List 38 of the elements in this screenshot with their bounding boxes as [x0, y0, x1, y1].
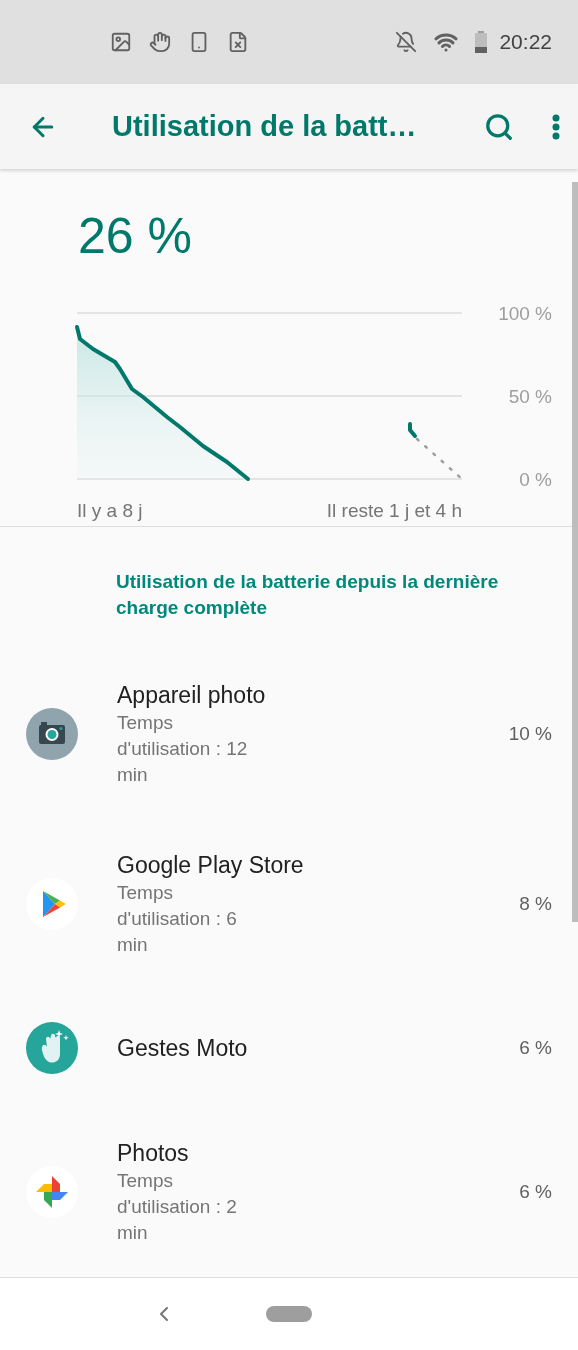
usage-time: Temps d'utilisation : 12 min — [117, 710, 249, 787]
waving-hand-icon — [26, 1021, 78, 1074]
battery-share: 6 % — [519, 1036, 552, 1059]
sim-card-icon — [227, 31, 249, 54]
app-row[interactable]: Photos Temps d'utilisation : 2 min 6 % — [0, 1106, 572, 1277]
projection-line — [415, 437, 464, 481]
more-options-button[interactable] — [552, 113, 560, 140]
axis-label: 0 % — [519, 468, 552, 490]
search-icon — [484, 111, 514, 142]
battery-share: 8 % — [519, 892, 552, 915]
section-title: Utilisation de la batterie depuis la dernière charge complète — [115, 569, 500, 620]
camera-icon — [26, 707, 78, 760]
battery-line — [408, 421, 417, 438]
app-row[interactable]: Appareil photo Temps d'utilisation : 12 min 10 % — [0, 648, 572, 819]
app-row[interactable]: Gestes Moto 6 % — [0, 988, 572, 1107]
usage-time: Temps d'utilisation : 6 min — [117, 880, 238, 957]
battery-share: 6 % — [519, 1180, 552, 1203]
usage-time: Temps d'utilisation : 2 min — [117, 1168, 238, 1245]
battery-share: 10 % — [508, 722, 552, 745]
app-name: Gestes Moto — [117, 1033, 249, 1063]
app-name: Appareil photo — [117, 680, 267, 710]
axis-label: 100 % — [498, 302, 552, 324]
axis-label: Il y a 8 j — [77, 499, 143, 521]
app-name: Photos — [117, 1138, 190, 1168]
more-icon — [552, 113, 560, 140]
hand-icon — [149, 31, 171, 54]
search-button[interactable] — [484, 111, 514, 142]
bell-off-icon — [395, 31, 418, 54]
battery-percent: 26 % — [77, 206, 193, 265]
image-icon — [110, 31, 132, 54]
axis-label: Il reste 1 j et 4 h — [326, 499, 462, 521]
status-time: 20:22 — [499, 30, 552, 55]
axis-label: 50 % — [508, 385, 552, 407]
battery-icon — [475, 31, 488, 54]
app-row[interactable]: Google Play Store Temps d'utilisation : 6 min 8 % — [0, 818, 572, 989]
home-button[interactable] — [266, 1305, 312, 1322]
page-title: Utilisation de la batt… — [112, 110, 418, 144]
app-name: Google Play Store — [117, 850, 305, 880]
